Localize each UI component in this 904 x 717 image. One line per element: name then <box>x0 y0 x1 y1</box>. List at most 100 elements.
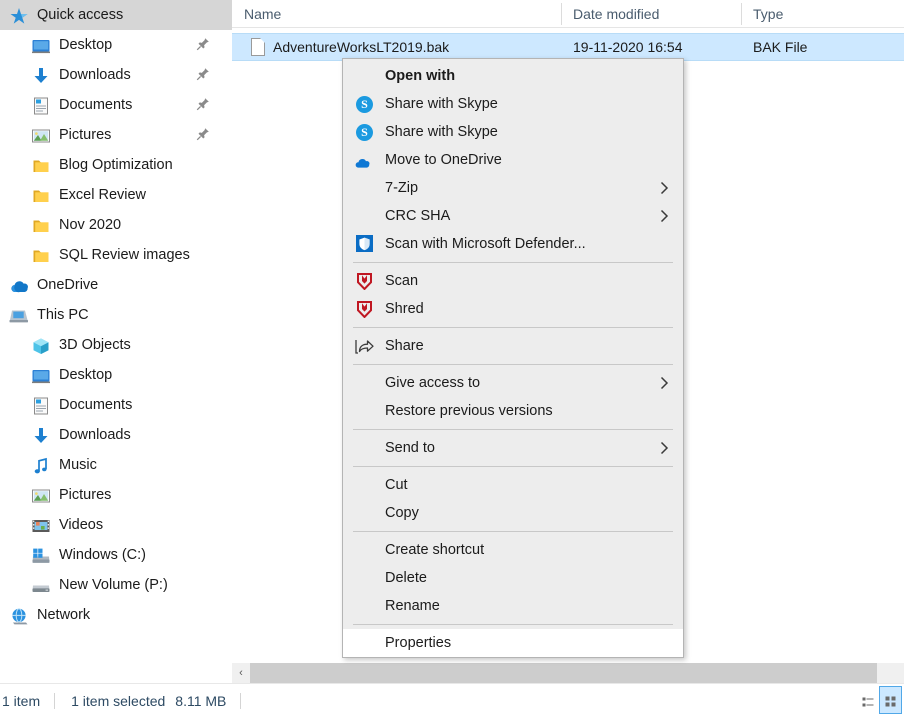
menu-icon-placeholder <box>353 66 377 86</box>
menu-icon-placeholder <box>353 178 377 198</box>
table-row[interactable]: AdventureWorksLT2019.bak 19-11-2020 16:54… <box>232 33 904 61</box>
sidebar-item-new-volume-p[interactable]: New Volume (P:) <box>0 570 232 600</box>
menu-item-move-to-onedrive[interactable]: Move to OneDrive <box>343 146 683 174</box>
menu-item-crc-sha[interactable]: CRC SHA <box>343 202 683 230</box>
column-header-row[interactable]: Name Date modified Type <box>232 0 904 28</box>
mcafee-shield-icon <box>357 301 372 319</box>
sidebar-item-label: Windows (C:) <box>59 547 147 563</box>
sidebar-item-documents[interactable]: Documents <box>0 390 232 420</box>
scrollbar-thumb[interactable] <box>250 663 877 683</box>
sidebar-item-quick-access[interactable]: Quick access <box>0 0 232 30</box>
menu-item-create-shortcut[interactable]: Create shortcut <box>343 536 683 564</box>
sidebar-item-label: Nov 2020 <box>59 217 122 233</box>
sidebar-item-pictures[interactable]: Pictures <box>0 120 232 150</box>
menu-item-share-with-skype[interactable]: S Share with Skype <box>343 118 683 146</box>
sidebar-item-downloads[interactable]: Downloads <box>0 60 232 90</box>
view-mode-buttons[interactable] <box>856 686 902 714</box>
large-icons-view-icon <box>885 695 896 707</box>
desktop-icon <box>30 35 52 55</box>
onedrive-cloud-icon <box>8 275 30 295</box>
sidebar-item-label: New Volume (P:) <box>59 577 168 593</box>
sidebar-item-downloads[interactable]: Downloads <box>0 420 232 450</box>
menu-item-restore-previous-versions[interactable]: Restore previous versions <box>343 397 683 425</box>
file-name-cell: AdventureWorksLT2019.bak <box>273 39 450 55</box>
details-view-button[interactable] <box>856 686 879 714</box>
sidebar-item-sql-review-images[interactable]: SQL Review images <box>0 240 232 270</box>
menu-item-scan-with-microsoft-defender[interactable]: Scan with Microsoft Defender... <box>343 230 683 258</box>
menu-icon-placeholder <box>353 401 377 421</box>
skype-icon: S <box>356 96 373 113</box>
mcafee-shield-icon <box>353 271 377 291</box>
sidebar-item-label: Downloads <box>59 427 131 443</box>
sidebar-item-pictures[interactable]: Pictures <box>0 480 232 510</box>
sidebar-item-desktop[interactable]: Desktop <box>0 30 232 60</box>
sidebar-item-3d-objects[interactable]: 3D Objects <box>0 330 232 360</box>
menu-item-label: CRC SHA <box>385 208 451 224</box>
share-icon <box>353 336 377 356</box>
sidebar-item-network[interactable]: Network <box>0 600 232 630</box>
menu-item-share[interactable]: Share <box>343 332 683 360</box>
menu-item-open-with[interactable]: Open with <box>343 62 683 90</box>
menu-icon-placeholder <box>353 373 377 393</box>
status-divider <box>54 692 56 709</box>
status-divider-2 <box>240 692 242 709</box>
menu-item-label: Delete <box>385 570 427 586</box>
sidebar-item-label: Desktop <box>59 367 113 383</box>
menu-item-properties[interactable]: Properties <box>343 629 683 657</box>
scroll-left-arrow-icon[interactable]: ‹ <box>232 663 250 683</box>
file-date-cell: 19-11-2020 16:54 <box>573 39 683 55</box>
column-header-type[interactable]: Type <box>741 0 904 28</box>
sidebar-item-excel-review[interactable]: Excel Review <box>0 180 232 210</box>
sidebar-item-label: This PC <box>37 307 89 323</box>
navigation-pane[interactable]: Quick access Desktop Downloads Documents Pic… <box>0 0 232 682</box>
sidebar-item-label: Downloads <box>59 67 131 83</box>
sidebar-item-blog-optimization[interactable]: Blog Optimization <box>0 150 232 180</box>
menu-item-copy[interactable]: Copy <box>343 499 683 527</box>
file-type-cell: BAK File <box>753 39 808 55</box>
sidebar-item-videos[interactable]: Videos <box>0 510 232 540</box>
menu-item-label: 7-Zip <box>385 180 419 196</box>
sidebar-item-windows-c[interactable]: Windows (C:) <box>0 540 232 570</box>
menu-item-share-with-skype[interactable]: S Share with Skype <box>343 90 683 118</box>
pin-icon[interactable] <box>196 97 210 111</box>
music-note-icon <box>30 455 52 475</box>
sidebar-item-this-pc[interactable]: This PC <box>0 300 232 330</box>
sidebar-item-desktop[interactable]: Desktop <box>0 360 232 390</box>
menu-item-cut[interactable]: Cut <box>343 471 683 499</box>
drive-icon <box>30 575 52 595</box>
pin-icon[interactable] <box>196 127 210 141</box>
pictures-icon <box>30 125 52 145</box>
menu-item-send-to[interactable]: Send to <box>343 434 683 462</box>
skype-icon: S <box>356 124 373 141</box>
column-header-name[interactable]: Name <box>232 0 561 28</box>
large-icons-view-button[interactable] <box>879 686 902 714</box>
status-selection-size: 8.11 MB <box>175 692 227 709</box>
onedrive-icon <box>355 156 374 168</box>
sidebar-item-documents[interactable]: Documents <box>0 90 232 120</box>
details-view-icon <box>862 695 873 707</box>
menu-item-give-access-to[interactable]: Give access to <box>343 369 683 397</box>
sidebar-item-label: 3D Objects <box>59 337 131 353</box>
horizontal-scrollbar[interactable]: ‹ <box>232 663 904 683</box>
column-divider[interactable] <box>561 3 562 25</box>
column-header-date-modified[interactable]: Date modified <box>561 0 741 28</box>
sidebar-item-label: Music <box>59 457 97 473</box>
sidebar-item-music[interactable]: Music <box>0 450 232 480</box>
sidebar-item-onedrive[interactable]: OneDrive <box>0 270 232 300</box>
sidebar-item-nov-2020[interactable]: Nov 2020 <box>0 210 232 240</box>
defender-shield-icon <box>353 234 377 254</box>
menu-item-label: Scan <box>385 273 419 289</box>
context-menu[interactable]: Open with S Share with Skype S Share with Sk… <box>342 58 684 658</box>
sidebar-item-label: Network <box>37 607 91 623</box>
menu-item-rename[interactable]: Rename <box>343 592 683 620</box>
column-divider[interactable] <box>741 3 742 25</box>
menu-item-label: Rename <box>385 598 440 614</box>
status-bar: 1 item 1 item selected 8.11 MB <box>0 683 904 717</box>
pin-icon[interactable] <box>196 67 210 81</box>
menu-item-scan[interactable]: Scan <box>343 267 683 295</box>
menu-item-7-zip[interactable]: 7-Zip <box>343 174 683 202</box>
menu-item-label: Shred <box>385 301 424 317</box>
menu-item-delete[interactable]: Delete <box>343 564 683 592</box>
menu-item-shred[interactable]: Shred <box>343 295 683 323</box>
pin-icon[interactable] <box>196 37 210 51</box>
